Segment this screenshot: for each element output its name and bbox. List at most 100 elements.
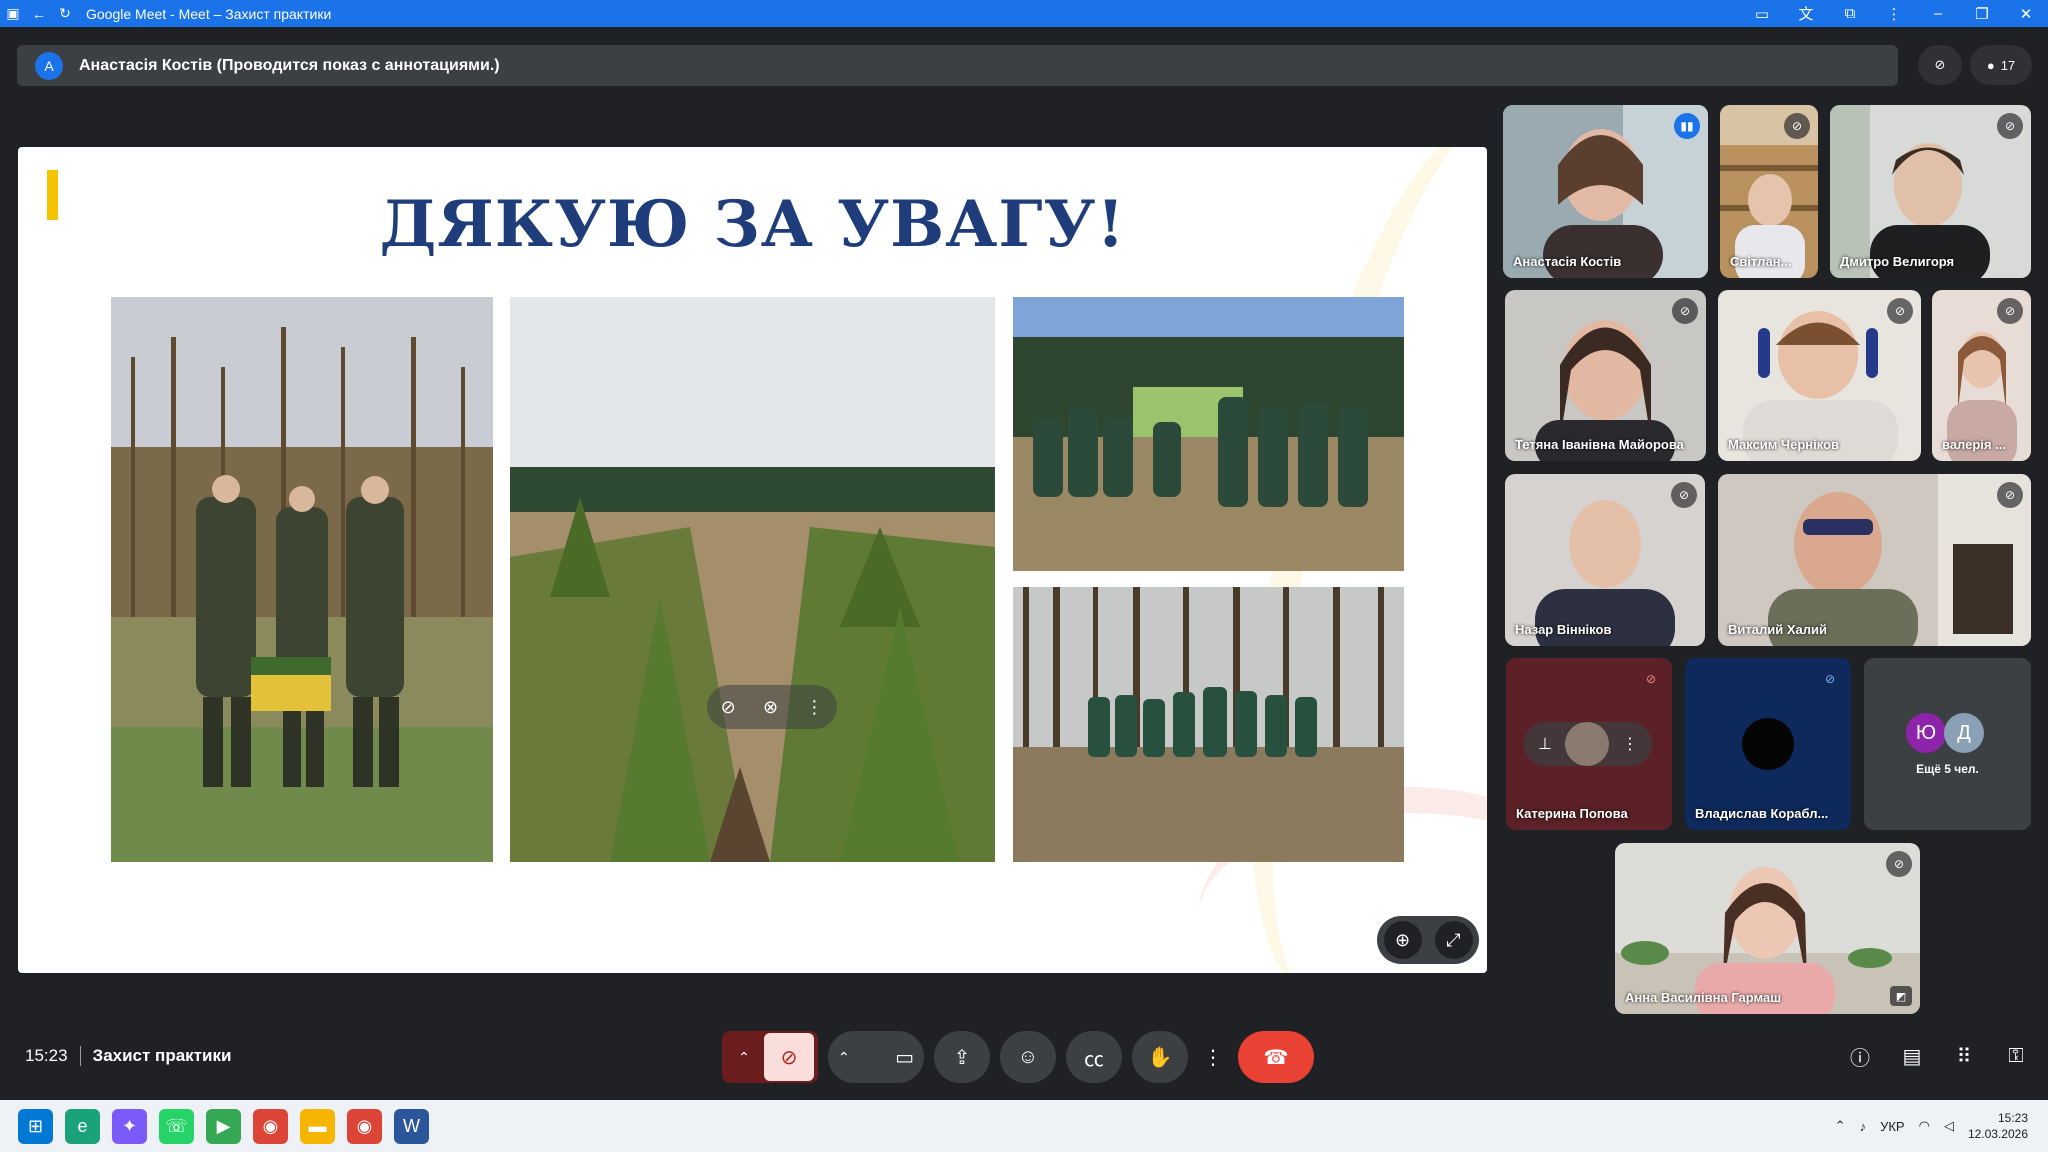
participant-tile[interactable]: ⊘ ⊥ ⋮ Катерина Попова	[1506, 658, 1672, 830]
muted-mic-icon: ⊘	[1997, 482, 2023, 508]
close-window-button[interactable]: ✕	[2004, 5, 2048, 23]
slide-photo-forest-group	[111, 297, 493, 862]
participant-tile[interactable]: ⊘ Владислав Корабл...	[1685, 658, 1851, 830]
muted-mic-icon: ⊘	[1886, 851, 1912, 877]
zoom-in-icon[interactable]: ⊕	[1383, 921, 1422, 959]
os-taskbar: ⊞ e ✦ ☏ ▶ ◉ ▬ ◉ W ⌃ ♪ УКР ◠ ◁ 15:23 12.0…	[0, 1100, 2048, 1152]
slide-photo-pine-seedlings	[510, 297, 995, 862]
camera-button[interactable]: ▭	[895, 1045, 914, 1070]
avatar	[1742, 718, 1794, 770]
hangup-icon: ☎	[1263, 1046, 1289, 1069]
muted-mic-icon: ⊘	[1672, 298, 1698, 324]
fullscreen-icon[interactable]: ⤢	[1434, 921, 1473, 959]
present-screen-button[interactable]: ⇪	[934, 1031, 990, 1083]
unpin-icon[interactable]: ⊘	[721, 697, 736, 718]
participant-name: Максим Черніков	[1728, 437, 1840, 452]
volume-icon[interactable]: ◁	[1944, 1118, 1954, 1134]
reload-icon[interactable]: ↻	[52, 0, 78, 27]
self-view-icon[interactable]: ◩	[1890, 986, 1912, 1006]
avatar-stack: Ю Д	[1906, 713, 1984, 753]
camera-options-chevron-icon[interactable]: ⌃	[838, 1049, 850, 1066]
more-options-button[interactable]: ⋮	[1198, 1031, 1228, 1083]
more-vert-icon: ⋮	[1203, 1046, 1223, 1069]
input-language[interactable]: УКР	[1880, 1119, 1905, 1134]
participant-tile[interactable]: ⊘ Максим Черніков	[1718, 290, 1921, 461]
microphone-tray-icon[interactable]: ♪	[1860, 1119, 1867, 1134]
menu-dots-icon[interactable]: ⋮	[1872, 5, 1916, 23]
extensions-icon[interactable]: ⧉	[1828, 5, 1872, 22]
muted-mic-icon: ⊘	[1645, 672, 1657, 686]
minimize-button[interactable]: –	[1916, 5, 1960, 22]
participant-count: 17	[2000, 57, 2016, 73]
muted-mic-icon: ⊘	[1671, 482, 1697, 508]
participant-tile[interactable]: ⊘ Анна Василівна Гармаш ◩	[1615, 843, 1920, 1014]
system-time: 15:23	[1997, 1111, 2028, 1125]
muted-mic-icon: ⊘	[1997, 298, 2023, 324]
avatar: Ю	[1906, 713, 1946, 753]
participant-tile[interactable]: ⊘ Назар Вінніков	[1505, 474, 1705, 646]
separator	[79, 1046, 81, 1066]
mic-off-button[interactable]: ⊘	[764, 1033, 814, 1081]
captions-button[interactable]: ㏄	[1066, 1031, 1122, 1083]
translate-icon[interactable]: 文	[1784, 3, 1828, 24]
back-arrow-icon[interactable]: ←	[26, 0, 52, 27]
speaking-indicator-icon: ▮▮	[1674, 113, 1700, 139]
copilot-icon[interactable]: ✦	[112, 1108, 147, 1144]
stop-annotation-button[interactable]: ⊘	[1918, 45, 1962, 85]
participant-name: Владислав Корабл...	[1695, 806, 1829, 821]
chrome-profile-icon[interactable]: ◉	[347, 1108, 382, 1144]
slide-heading: ДЯКУЮ ЗА УВАГУ!	[379, 187, 1126, 262]
chrome-icon[interactable]: ◉	[253, 1108, 288, 1144]
meeting-details-icon[interactable]: ⓘ	[1846, 1040, 1874, 1072]
emoji-icon: ☺	[1017, 1045, 1039, 1068]
participant-name: Світлан...	[1730, 254, 1792, 269]
tray-chevron-icon[interactable]: ⌃	[1835, 1118, 1846, 1134]
pin-icon[interactable]: ⊥	[1538, 734, 1552, 754]
more-participants-tile[interactable]: Ю Д Ещё 5 чел.	[1864, 658, 2031, 830]
edge-icon[interactable]: e	[65, 1108, 100, 1144]
browser-title: Google Meet - Meet – Захист практики	[86, 5, 332, 22]
top-right-controls: ⊘ ● 17	[1918, 44, 2032, 86]
participant-tile[interactable]: ⊘ Дмитро Велигоря	[1830, 105, 2031, 278]
file-explorer-icon[interactable]: ▬	[300, 1108, 335, 1144]
restore-button[interactable]: ❐	[1960, 5, 2004, 23]
system-clock[interactable]: 15:23 12.03.2026	[1968, 1110, 2028, 1142]
host-controls-icon[interactable]: ⚿	[2002, 1040, 2030, 1072]
captions-icon: ㏄	[1084, 1048, 1104, 1071]
reactions-button[interactable]: ☺	[1000, 1031, 1056, 1083]
chat-icon[interactable]: ▤	[1898, 1040, 1926, 1072]
whatsapp-icon[interactable]: ☏	[159, 1108, 194, 1144]
camera-indicator-icon[interactable]: ▭	[1740, 5, 1784, 23]
people-icon: ●	[1986, 57, 1995, 73]
participant-tile[interactable]: ⊘ Світлан...	[1720, 105, 1818, 278]
participant-tile[interactable]: ▮▮ Анастасія Костів	[1503, 105, 1708, 278]
slide-photo-team-with-banner	[1013, 297, 1404, 571]
wifi-icon[interactable]: ◠	[1919, 1118, 1930, 1134]
participant-tile[interactable]: ⊘ валерія ...	[1932, 290, 2031, 461]
participant-tile[interactable]: ⊘ Тетяна Іванівна Майорова	[1505, 290, 1706, 461]
hide-icon[interactable]: ⊗	[763, 697, 778, 718]
activities-icon[interactable]: ⠿	[1950, 1040, 1978, 1072]
mic-options-chevron-icon[interactable]: ⌃	[726, 1049, 762, 1066]
call-controls: ⌃ ⊘ ⌃ ▭ ⇪ ☺ ㏄ ✋ ⋮ ☎	[722, 1031, 1314, 1083]
raise-hand-button[interactable]: ✋	[1132, 1031, 1188, 1083]
participants-button[interactable]: ● 17	[1970, 45, 2032, 85]
hand-icon: ✋	[1147, 1046, 1173, 1069]
meeting-time: 15:23	[25, 1046, 68, 1065]
windows-start-icon[interactable]: ⊞	[18, 1108, 53, 1144]
participant-name: Дмитро Велигоря	[1840, 254, 1955, 269]
word-icon[interactable]: W	[394, 1108, 429, 1144]
participant-name: Назар Вінніков	[1515, 622, 1612, 637]
leave-call-button[interactable]: ☎	[1238, 1031, 1314, 1083]
titlebar-controls: ▭ 文 ⧉ ⋮ – ❐ ✕	[1740, 0, 2048, 27]
participant-name: Виталий Халий	[1728, 622, 1827, 637]
more-options-icon[interactable]: ⋮	[805, 697, 823, 718]
participant-name: Анна Василівна Гармаш	[1625, 990, 1782, 1005]
avatar	[1564, 722, 1609, 766]
more-options-icon[interactable]: ⋮	[1622, 734, 1638, 754]
participant-tile[interactable]: ⊘ Виталий Халий	[1718, 474, 2031, 646]
meet-app-icon[interactable]: ▶	[206, 1108, 241, 1144]
participant-name: Катерина Попова	[1516, 806, 1628, 821]
meet-favicon-icon: ▣	[6, 5, 20, 21]
meeting-info: 15:23 Захист практики	[25, 1046, 231, 1066]
